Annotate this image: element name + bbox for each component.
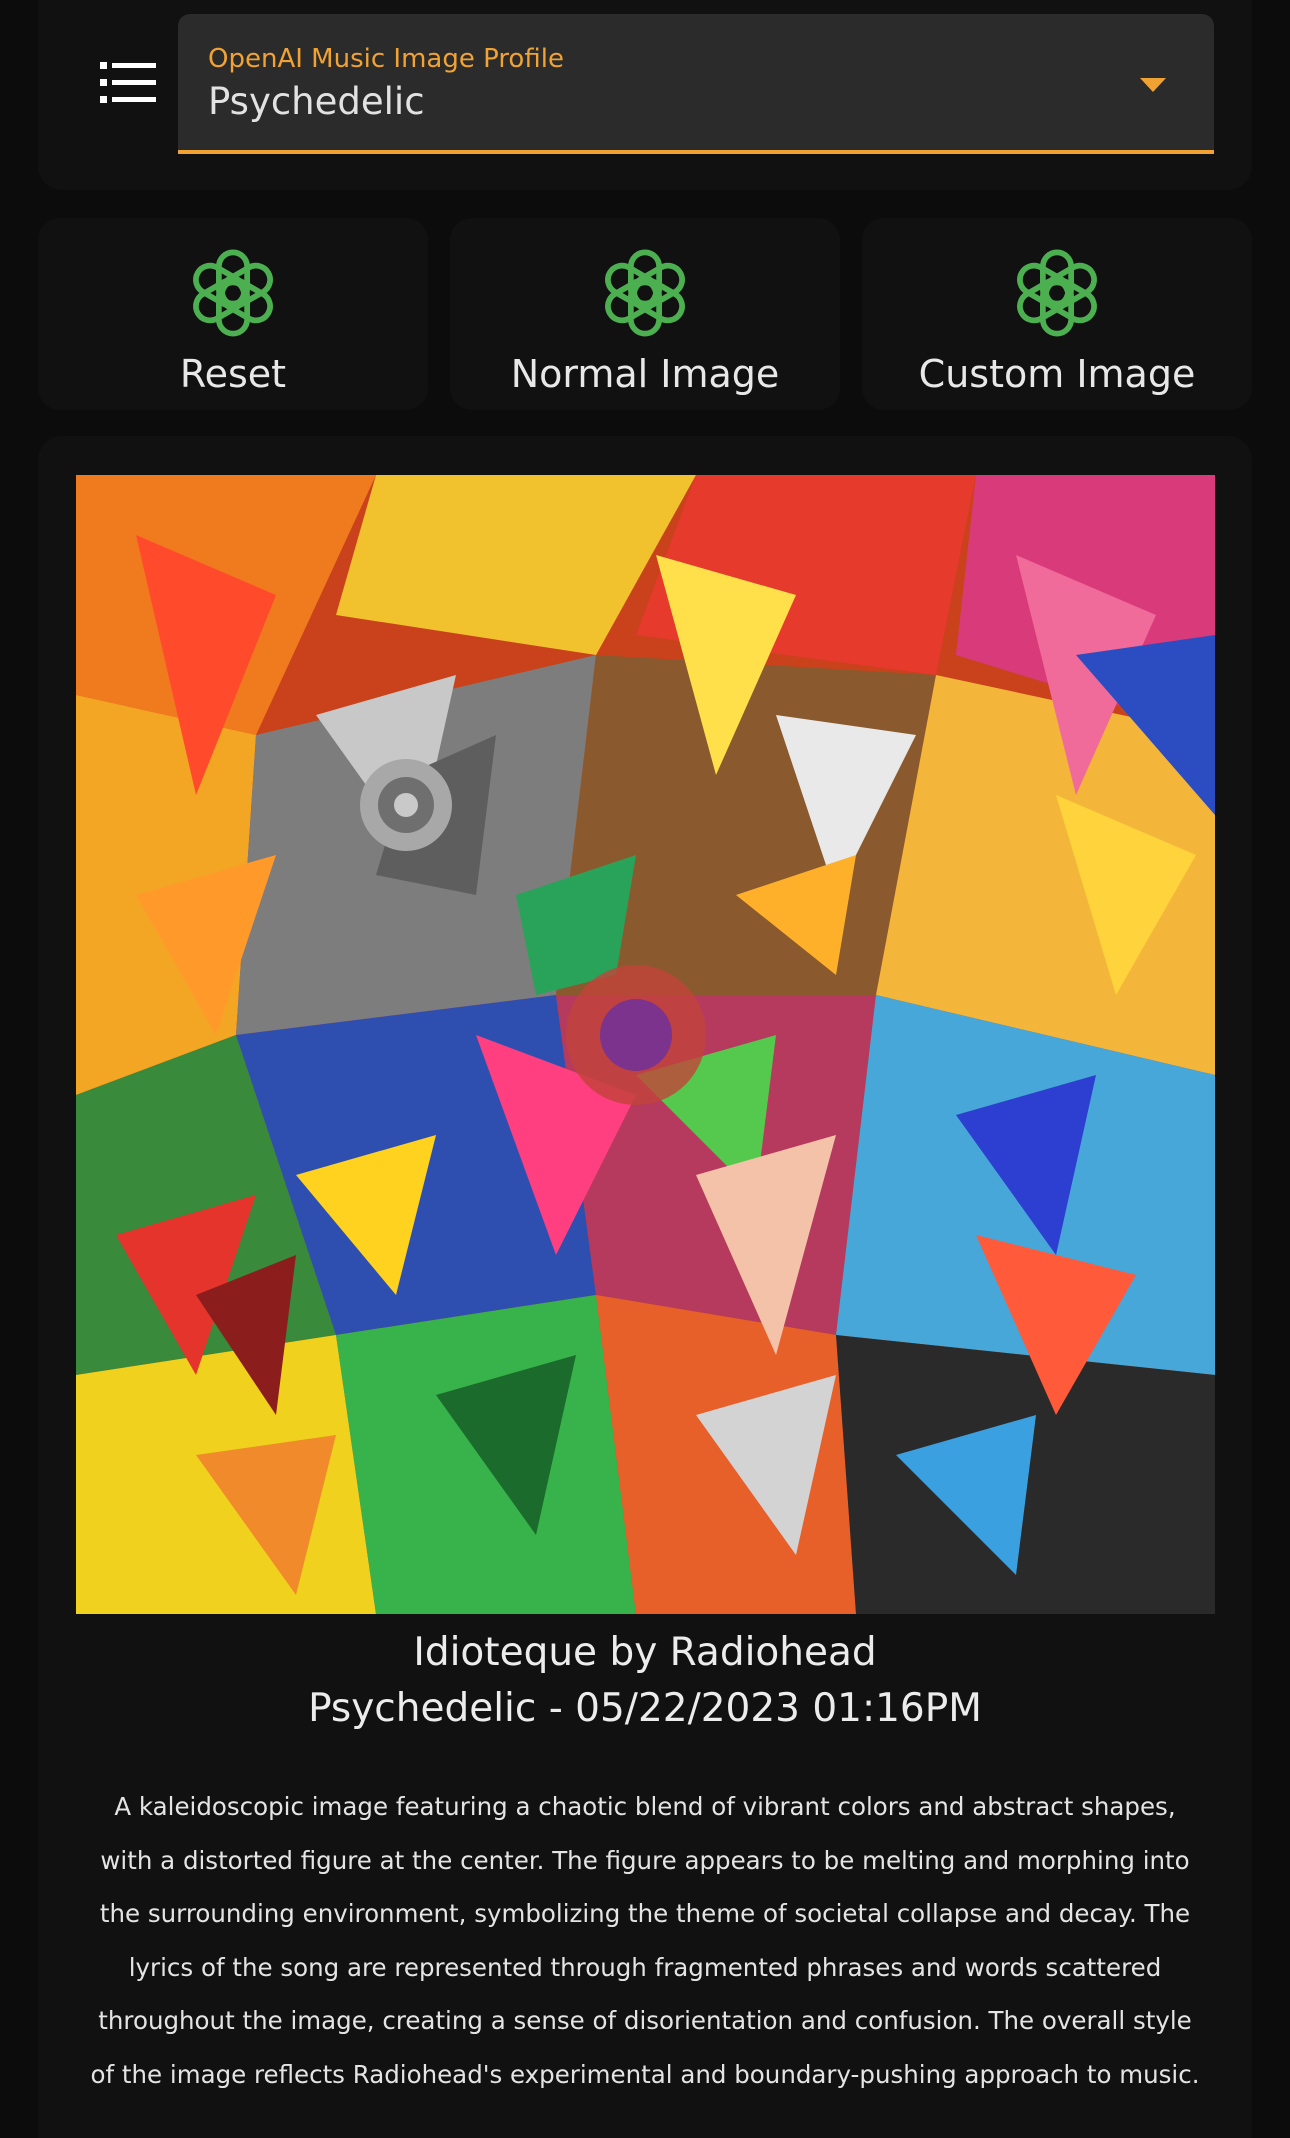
custom-image-button-label: Custom Image [918, 352, 1196, 396]
image-description: A kaleidoscopic image featuring a chaoti… [90, 1792, 1200, 2089]
profile-select[interactable]: OpenAI Music Image Profile Psychedelic [178, 14, 1214, 154]
openai-logo-icon [1017, 249, 1097, 337]
list-icon[interactable] [100, 60, 156, 106]
profile-select-value: Psychedelic [208, 80, 425, 123]
chevron-down-icon[interactable] [1140, 78, 1166, 92]
profile-select-label: OpenAI Music Image Profile [208, 44, 564, 74]
reset-button[interactable]: Reset [38, 218, 428, 410]
reset-button-label: Reset [179, 352, 287, 396]
normal-image-button-label: Normal Image [510, 352, 780, 396]
song-title: Idioteque by Radiohead [413, 1630, 877, 1675]
openai-logo-icon [605, 249, 685, 337]
generated-artwork-image[interactable] [76, 475, 1215, 1614]
normal-image-button[interactable]: Normal Image [450, 218, 840, 410]
custom-image-button[interactable]: Custom Image [862, 218, 1252, 410]
song-meta: Psychedelic - 05/22/2023 01:16PM [308, 1686, 982, 1731]
openai-logo-icon [193, 249, 273, 337]
